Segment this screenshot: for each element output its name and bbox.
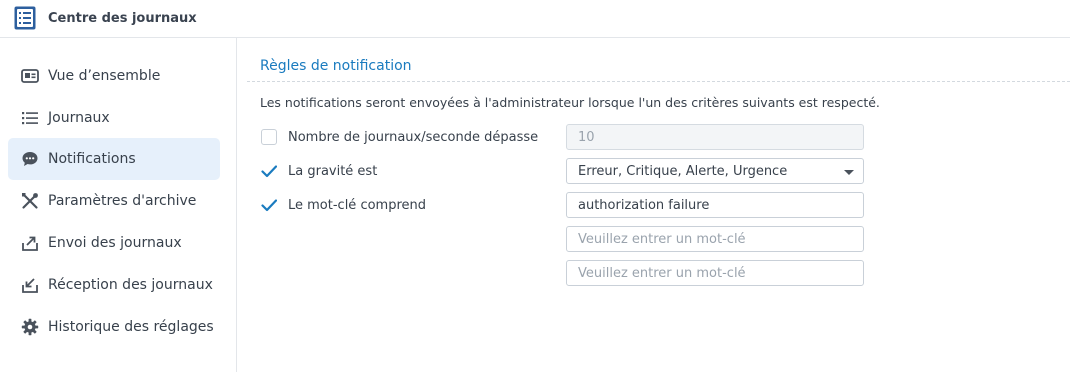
keyword-input-3[interactable]: Veuillez entrer un mot-clé xyxy=(566,260,864,286)
sidebar-item-log-sending[interactable]: Envoi des journaux xyxy=(8,222,220,264)
keyword-checkbox[interactable] xyxy=(261,197,277,213)
section-title: Règles de notification xyxy=(260,58,412,74)
sidebar-item-archive-settings[interactable]: Paramètres d'archive xyxy=(8,180,220,222)
keyword-input-1[interactable]: authorization failure xyxy=(566,192,864,218)
keyword-label: Le mot-clé comprend xyxy=(288,198,427,213)
sidebar-item-logs[interactable]: Journaux xyxy=(8,97,220,139)
sidebar-item-notifications[interactable]: Notifications xyxy=(8,138,220,180)
log-center-icon xyxy=(14,6,36,30)
overview-card-icon xyxy=(21,67,39,85)
keyword-input-2[interactable]: Veuillez entrer un mot-clé xyxy=(566,226,864,252)
main-content: Règles de notification Les notifications… xyxy=(237,38,1070,372)
sidebar-item-log-receiving[interactable]: Réception des journaux xyxy=(8,264,220,306)
sidebar-item-label: Envoi des journaux xyxy=(48,235,182,251)
gear-icon xyxy=(21,318,39,336)
list-icon xyxy=(21,109,39,127)
sidebar: Vue d’ensemble Journaux Notifications Pa… xyxy=(0,38,237,372)
severity-label: La gravité est xyxy=(288,164,378,179)
logs-per-second-label: Nombre de journaux/seconde dépasse xyxy=(288,130,539,145)
sidebar-item-label: Vue d’ensemble xyxy=(48,68,161,84)
checkmark-icon xyxy=(261,199,277,212)
receive-tray-icon xyxy=(21,276,39,294)
app-title: Centre des journaux xyxy=(48,11,197,26)
logs-per-second-checkbox[interactable] xyxy=(261,129,277,145)
sidebar-item-label: Réception des journaux xyxy=(48,277,213,293)
severity-select-value: Erreur, Critique, Alerte, Urgence xyxy=(578,164,788,179)
description-text: Les notifications seront envoyées à l'ad… xyxy=(260,95,880,110)
sidebar-item-overview[interactable]: Vue d’ensemble xyxy=(8,55,220,97)
sidebar-item-label: Paramètres d'archive xyxy=(48,193,197,209)
sidebar-item-label: Notifications xyxy=(48,151,136,167)
severity-checkbox[interactable] xyxy=(261,163,277,179)
tools-icon xyxy=(21,192,39,210)
chat-bubble-icon xyxy=(21,150,39,168)
sidebar-item-settings-history[interactable]: Historique des réglages xyxy=(8,306,220,348)
title-bar: Centre des journaux xyxy=(0,0,1070,38)
sidebar-item-label: Historique des réglages xyxy=(48,319,214,335)
send-arrow-icon xyxy=(21,234,39,252)
logs-per-second-input[interactable]: 10 xyxy=(566,124,864,150)
sidebar-item-label: Journaux xyxy=(48,110,110,126)
chevron-down-icon xyxy=(844,170,854,175)
checkmark-icon xyxy=(261,165,277,178)
severity-select[interactable]: Erreur, Critique, Alerte, Urgence xyxy=(566,158,864,184)
section-divider xyxy=(247,81,1070,82)
